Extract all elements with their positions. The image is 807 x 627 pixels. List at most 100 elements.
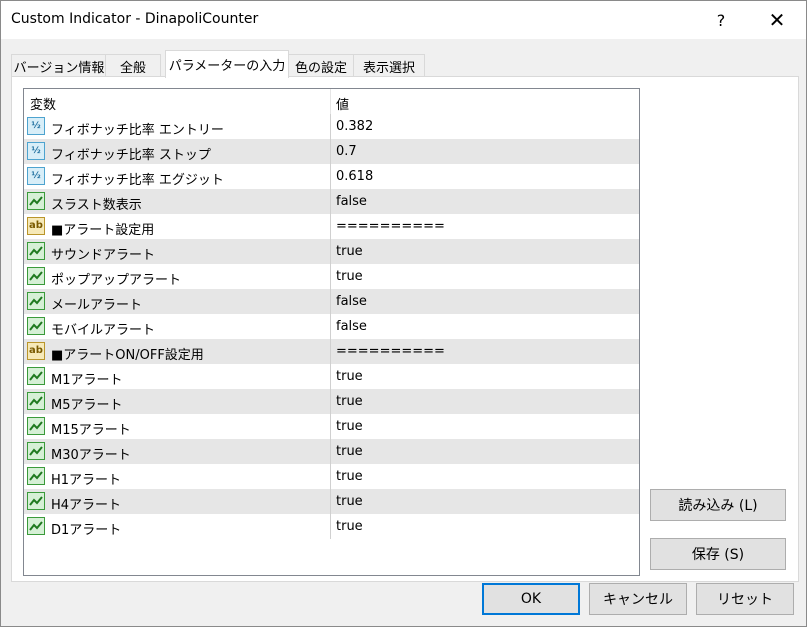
- table-row[interactable]: ab ■アラートON/OFF設定用 ==========: [24, 339, 639, 364]
- load-button[interactable]: 読み込み (L): [650, 489, 786, 521]
- column-separator: [330, 514, 331, 539]
- parameter-name: メールアラート: [51, 298, 143, 313]
- parameter-value[interactable]: true: [336, 369, 363, 384]
- parameter-name: M15アラート: [51, 423, 131, 438]
- parameters-grid[interactable]: 変数 値 ½ フィボナッチ比率 エントリー 0.382 ½ フィボナッチ比率 ストップ 0…: [23, 88, 640, 576]
- table-row[interactable]: M15アラート true: [24, 414, 639, 439]
- table-row[interactable]: M1アラート true: [24, 364, 639, 389]
- close-button[interactable]: ✕: [749, 1, 805, 39]
- column-separator: [330, 489, 331, 514]
- parameter-value[interactable]: 0.7: [336, 144, 357, 159]
- tab-input-parameters[interactable]: パラメーターの入力: [165, 50, 289, 78]
- parameter-name: モバイルアラート: [51, 323, 156, 338]
- parameter-name: M30アラート: [51, 448, 131, 463]
- table-row[interactable]: ½ フィボナッチ比率 エントリー 0.382: [24, 114, 639, 139]
- parameter-value[interactable]: ==========: [336, 219, 445, 234]
- parameter-value[interactable]: false: [336, 194, 367, 209]
- bool-icon: [27, 392, 45, 410]
- tab-colors[interactable]: 色の設定: [287, 54, 355, 77]
- table-row[interactable]: ポップアップアラート true: [24, 264, 639, 289]
- bool-icon: [27, 242, 45, 260]
- parameter-value[interactable]: true: [336, 494, 363, 509]
- tab-version-info[interactable]: バージョン情報: [11, 54, 107, 77]
- parameter-value[interactable]: false: [336, 294, 367, 309]
- tab-general[interactable]: 全般: [105, 54, 161, 77]
- save-button[interactable]: 保存 (S): [650, 538, 786, 570]
- double-icon: ½: [27, 167, 45, 185]
- table-row[interactable]: D1アラート true: [24, 514, 639, 539]
- parameter-name: フィボナッチ比率 ストップ: [51, 148, 211, 163]
- parameter-value[interactable]: true: [336, 519, 363, 534]
- bool-icon: [27, 292, 45, 310]
- column-separator: [330, 339, 331, 364]
- parameter-value[interactable]: 0.618: [336, 169, 373, 184]
- ok-button[interactable]: OK: [482, 583, 580, 615]
- parameter-value[interactable]: true: [336, 419, 363, 434]
- parameter-name: H1アラート: [51, 473, 122, 488]
- column-separator: [330, 414, 331, 439]
- column-separator: [330, 439, 331, 464]
- parameter-value[interactable]: true: [336, 394, 363, 409]
- bool-icon: [27, 317, 45, 335]
- parameter-name: スラスト数表示: [51, 198, 142, 213]
- column-separator: [330, 139, 331, 164]
- bool-icon: [27, 267, 45, 285]
- parameter-name: ■アラートON/OFF設定用: [51, 348, 204, 363]
- table-row[interactable]: モバイルアラート false: [24, 314, 639, 339]
- column-separator: [330, 264, 331, 289]
- reset-button[interactable]: リセット: [696, 583, 794, 615]
- table-row[interactable]: H1アラート true: [24, 464, 639, 489]
- double-icon: ½: [27, 117, 45, 135]
- header-variable[interactable]: 変数: [30, 94, 56, 113]
- column-separator: [330, 164, 331, 189]
- string-icon: ab: [27, 342, 45, 360]
- parameter-value[interactable]: true: [336, 244, 363, 259]
- table-row[interactable]: M30アラート true: [24, 439, 639, 464]
- title-bar: Custom Indicator - DinapoliCounter ? ✕: [1, 1, 806, 39]
- table-row[interactable]: ½ フィボナッチ比率 エグジット 0.618: [24, 164, 639, 189]
- parameter-value[interactable]: true: [336, 469, 363, 484]
- cancel-button[interactable]: キャンセル: [589, 583, 687, 615]
- grid-header: 変数 値: [24, 89, 639, 115]
- table-row[interactable]: メールアラート false: [24, 289, 639, 314]
- bool-icon: [27, 442, 45, 460]
- parameter-value[interactable]: true: [336, 269, 363, 284]
- bool-icon: [27, 517, 45, 535]
- parameter-name: フィボナッチ比率 エグジット: [51, 173, 224, 188]
- table-row[interactable]: ab ■アラート設定用 ==========: [24, 214, 639, 239]
- table-row[interactable]: サウンドアラート true: [24, 239, 639, 264]
- parameter-value[interactable]: false: [336, 319, 367, 334]
- parameter-value[interactable]: 0.382: [336, 119, 373, 134]
- window-title: Custom Indicator - DinapoliCounter: [11, 11, 259, 27]
- column-separator: [330, 389, 331, 414]
- string-icon: ab: [27, 217, 45, 235]
- bool-icon: [27, 192, 45, 210]
- column-separator: [330, 214, 331, 239]
- table-row[interactable]: H4アラート true: [24, 489, 639, 514]
- bool-icon: [27, 367, 45, 385]
- column-separator: [330, 114, 331, 139]
- header-value[interactable]: 値: [336, 94, 349, 113]
- help-button[interactable]: ?: [693, 1, 749, 39]
- parameter-name: サウンドアラート: [51, 248, 156, 263]
- tab-visualization[interactable]: 表示選択: [353, 54, 425, 77]
- parameter-name: M1アラート: [51, 373, 123, 388]
- table-row[interactable]: スラスト数表示 false: [24, 189, 639, 214]
- parameter-name: ■アラート設定用: [51, 223, 155, 238]
- column-separator: [330, 364, 331, 389]
- parameter-name: H4アラート: [51, 498, 122, 513]
- parameter-name: ポップアップアラート: [51, 273, 182, 288]
- parameter-value[interactable]: ==========: [336, 344, 445, 359]
- dialog-window: Custom Indicator - DinapoliCounter ? ✕ バ…: [0, 0, 807, 627]
- double-icon: ½: [27, 142, 45, 160]
- parameter-name: D1アラート: [51, 523, 122, 538]
- bool-icon: [27, 467, 45, 485]
- table-row[interactable]: ½ フィボナッチ比率 ストップ 0.7: [24, 139, 639, 164]
- parameter-value[interactable]: true: [336, 444, 363, 459]
- parameter-name: M5アラート: [51, 398, 123, 413]
- parameter-name: フィボナッチ比率 エントリー: [51, 123, 224, 138]
- table-row[interactable]: M5アラート true: [24, 389, 639, 414]
- column-separator: [330, 239, 331, 264]
- column-separator: [330, 189, 331, 214]
- header-separator[interactable]: [330, 89, 331, 114]
